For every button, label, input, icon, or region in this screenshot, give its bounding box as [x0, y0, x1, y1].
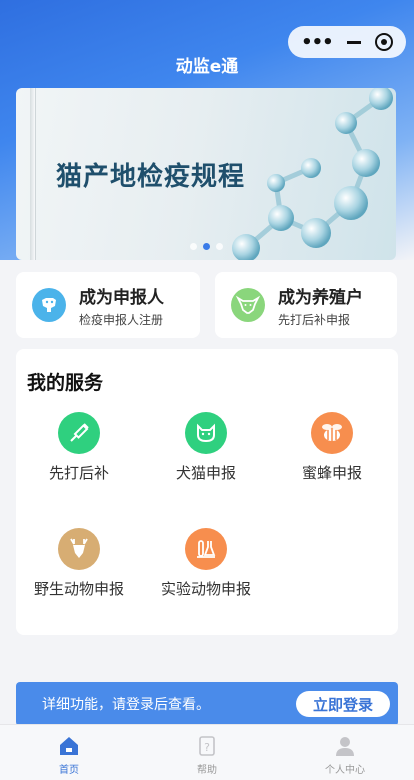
service-lab-animal[interactable]: 实验动物申报 — [156, 528, 256, 599]
cat-icon — [185, 412, 227, 454]
tab-home[interactable]: 首页 — [0, 725, 138, 780]
tab-label: 帮助 — [197, 765, 217, 776]
tab-label: 首页 — [59, 765, 79, 776]
login-prompt-bar: 详细功能，请登录后查看。 立即登录 — [16, 682, 398, 726]
service-label: 实验动物申报 — [160, 580, 251, 598]
bottom-tab-bar: 首页 ? 帮助 个人中心 — [0, 724, 414, 780]
mini-program-capsule: ••• — [288, 26, 406, 58]
cow-icon — [231, 288, 265, 322]
banner-carousel[interactable]: 猫产地检疫规程 — [16, 88, 396, 260]
service-label: 先打后补 — [48, 464, 109, 482]
carousel-dot-active[interactable] — [202, 243, 210, 250]
role-title: 成为养殖户 — [278, 287, 363, 308]
tab-label: 个人中心 — [325, 765, 365, 776]
banner-title: 猫产地检疫规程 — [56, 162, 246, 192]
tab-help[interactable]: ? 帮助 — [138, 725, 276, 780]
login-prompt-text: 详细功能，请登录后查看。 — [42, 697, 210, 713]
more-icon[interactable]: ••• — [301, 32, 334, 53]
carousel-dot[interactable] — [189, 243, 197, 250]
services-title: 我的服务 — [27, 372, 104, 394]
become-farmer-card[interactable]: 成为养殖户 先打后补申报 — [215, 272, 397, 338]
user-icon — [336, 737, 354, 756]
banner-decoration — [30, 88, 36, 260]
bee-icon — [311, 412, 353, 454]
become-declarant-card[interactable]: 成为申报人 检疫申报人注册 — [16, 272, 200, 338]
tab-profile[interactable]: 个人中心 — [276, 725, 414, 780]
service-vaccinate-first[interactable]: 先打后补 — [29, 412, 129, 483]
home-icon — [60, 737, 78, 755]
role-subtitle: 先打后补申报 — [278, 312, 351, 327]
service-label: 犬猫申报 — [175, 464, 236, 482]
role-title: 成为申报人 — [79, 287, 164, 308]
syringe-icon — [58, 412, 100, 454]
service-wild-animal[interactable]: 野生动物申报 — [29, 528, 129, 599]
deer-icon — [58, 528, 100, 570]
service-bee[interactable]: 蜜蜂申报 — [282, 412, 382, 483]
service-label: 野生动物申报 — [33, 580, 124, 598]
carousel-dot[interactable] — [215, 243, 223, 250]
flask-icon — [185, 528, 227, 570]
role-subtitle: 检疫申报人注册 — [79, 312, 164, 327]
minimize-icon[interactable] — [346, 40, 361, 44]
svg-text:?: ? — [204, 741, 210, 754]
dog-icon — [32, 288, 66, 322]
service-label: 蜜蜂申报 — [301, 464, 362, 482]
close-icon[interactable] — [374, 33, 393, 51]
header: 动监e通 ••• — [0, 0, 414, 88]
my-services-panel: 我的服务 先打后补 犬猫申报 蜜蜂申报 野生动物申报 实验动物申报 — [16, 349, 398, 635]
login-button[interactable]: 立即登录 — [296, 691, 390, 717]
service-dog-cat[interactable]: 犬猫申报 — [156, 412, 256, 483]
carousel-indicator — [16, 243, 396, 250]
help-icon: ? — [199, 736, 215, 756]
